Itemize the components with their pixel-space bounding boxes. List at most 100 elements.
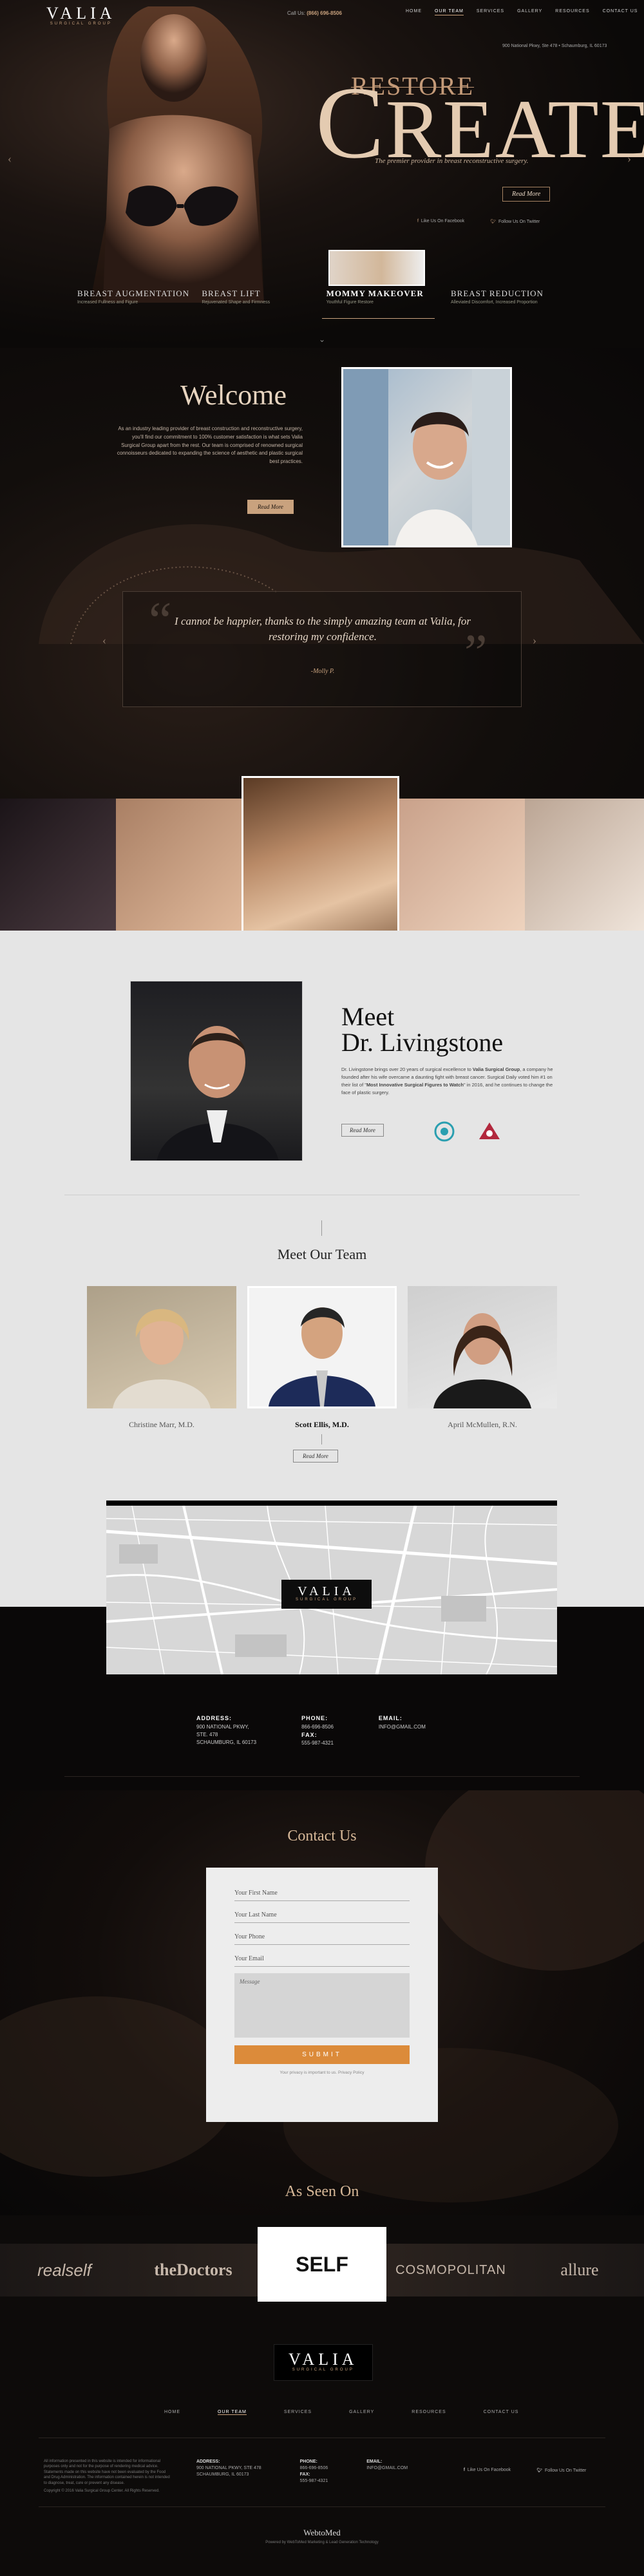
team-member-photo-3[interactable] xyxy=(408,1286,557,1408)
service-subtitle: Youthful Figure Restore xyxy=(326,300,374,305)
footer-email-label: EMAIL: xyxy=(366,2459,383,2464)
nav-services[interactable]: SERVICES xyxy=(477,9,504,15)
doctor-read-more-button[interactable]: Read More xyxy=(341,1124,384,1137)
accreditation-badge-2 xyxy=(475,1117,504,1149)
footer-nav-resources[interactable]: RESOURCES xyxy=(412,2410,446,2415)
email-field[interactable]: Your Email xyxy=(234,1951,410,1967)
footer-email: EMAIL: INFO@GMAIL.COM xyxy=(366,2459,408,2485)
nav-contact-us[interactable]: CONTACT US xyxy=(603,9,638,15)
welcome-read-more-button[interactable]: Read More xyxy=(247,500,294,514)
service-subtitle: Alleviated Discomfort, Increased Proport… xyxy=(450,300,538,305)
press-logo-realself[interactable]: realself xyxy=(0,2260,129,2280)
press-logo-bar: realself theDoctors SELF COSMOPOLITAN al… xyxy=(0,2227,644,2302)
contact-section: Contact Us Your First Name Your Last Nam… xyxy=(0,1790,644,2215)
message-textarea[interactable]: Message xyxy=(234,1973,410,2038)
nav-gallery[interactable]: GALLERY xyxy=(517,9,542,15)
footer-logo[interactable]: VALIA SURGICAL GROUP xyxy=(274,2344,373,2381)
email-value[interactable]: INFO@GMAIL.COM xyxy=(379,1723,426,1731)
service-tab-augmentation[interactable]: BREAST AUGMENTATION Increased Fullness a… xyxy=(77,289,193,305)
footer-phone-value[interactable]: 866-696-8506 xyxy=(300,2465,328,2472)
twitter-link[interactable]: 🐦︎ Follow Us On Twitter xyxy=(490,219,540,224)
gallery-image-featured[interactable] xyxy=(242,776,399,950)
webtomed-credit-logo[interactable]: WebtoMed xyxy=(0,2528,644,2538)
map-location-pin[interactable]: VALIA SURGICAL GROUP xyxy=(281,1580,372,1609)
footer-nav-gallery[interactable]: GALLERY xyxy=(349,2410,374,2415)
fax-label: FAX: xyxy=(301,1731,317,1738)
service-tab-reduction[interactable]: BREAST REDUCTION Alleviated Discomfort, … xyxy=(451,289,567,305)
footer-facebook-link[interactable]: f Like Us On Facebook xyxy=(464,2468,511,2473)
contact-heading: Contact Us xyxy=(287,1828,357,1844)
service-tab-mommy-makeover[interactable]: MOMMY MAKEOVER Youthful Figure Restore xyxy=(327,289,442,305)
portrait-illustration xyxy=(433,1313,531,1408)
footer-nav: HOME OUR TEAM SERVICES GALLERY RESOURCES… xyxy=(164,2410,518,2415)
nav-home[interactable]: HOME xyxy=(406,9,422,15)
nav-resources[interactable]: RESOURCES xyxy=(555,9,589,15)
hero-tagline: The premier provider in breast reconstru… xyxy=(375,157,529,165)
phone-value[interactable]: 866-696-8506 xyxy=(301,1723,334,1731)
email-label: EMAIL: xyxy=(378,1715,402,1721)
service-tab-lift[interactable]: BREAST LIFT Rejuvenated Shape and Firmne… xyxy=(202,289,317,305)
scroll-down-icon[interactable]: ⌄ xyxy=(319,335,325,345)
header-address: 900 National Pkwy, Ste 478 • Schaumburg,… xyxy=(502,44,607,48)
welcome-heading: Welcome xyxy=(180,379,287,411)
phone-label: Call Us: xyxy=(287,10,306,16)
hero-read-more-button[interactable]: Read More xyxy=(502,187,551,202)
last-name-field[interactable]: Your Last Name xyxy=(234,1908,410,1923)
twitter-label: Follow Us On Twitter xyxy=(498,220,540,224)
site-logo[interactable]: VALIA SURGICAL GROUP xyxy=(46,5,116,28)
fax-value: 555-987-4321 xyxy=(301,1740,334,1746)
service-title: BREAST AUGMENTATION xyxy=(77,289,190,298)
meet-heading-line2: Dr. Livingstone xyxy=(341,1028,504,1057)
footer-nav-our-team[interactable]: OUR TEAM xyxy=(218,2410,247,2415)
privacy-note[interactable]: Your privacy is important to us. Privacy… xyxy=(234,2070,410,2075)
twitter-icon: 🐦︎ xyxy=(490,220,497,224)
service-title: MOMMY MAKEOVER xyxy=(326,289,424,298)
hero-next-arrow[interactable]: › xyxy=(627,152,631,166)
press-logo-allure[interactable]: allure xyxy=(515,2260,644,2280)
service-title: BREAST REDUCTION xyxy=(450,289,544,298)
team-member-name-2[interactable]: Scott Ellis, M.D. xyxy=(247,1420,397,1430)
facebook-icon: f xyxy=(464,2468,465,2472)
facebook-link[interactable]: f Like Us On Facebook xyxy=(417,219,464,224)
team-member-name-1[interactable]: Christine Marr, M.D. xyxy=(87,1420,236,1430)
footer-nav-services[interactable]: SERVICES xyxy=(284,2410,312,2415)
welcome-body: As an industry leading provider of breas… xyxy=(117,426,303,465)
footer-twitter-label: Follow Us On Twitter xyxy=(544,2468,587,2473)
footer-email-value[interactable]: INFO@GMAIL.COM xyxy=(366,2465,408,2472)
submit-button[interactable]: SUBMIT xyxy=(234,2045,410,2064)
nav-our-team[interactable]: OUR TEAM xyxy=(435,9,464,15)
footer-nav-contact-us[interactable]: CONTACT US xyxy=(484,2410,519,2415)
section-divider xyxy=(64,1776,580,1777)
hero-prev-arrow[interactable]: ‹ xyxy=(8,152,12,166)
gallery-image-2[interactable] xyxy=(116,799,242,931)
footer-nav-home[interactable]: HOME xyxy=(164,2410,180,2415)
gallery-image-5[interactable] xyxy=(525,799,644,931)
gallery-image-4[interactable] xyxy=(399,799,525,931)
facebook-label: Like Us On Facebook xyxy=(421,219,465,223)
header-phone[interactable]: Call Us: (866) 696-8506 xyxy=(287,10,342,16)
press-logo-the-doctors[interactable]: theDoctors xyxy=(129,2260,258,2280)
service-subtitle: Increased Fullness and Figure xyxy=(77,300,138,305)
contact-phone: PHONE: 866-696-8506 FAX: 555-987-4321 xyxy=(301,1714,334,1747)
footer-fax-value: 555-987-4321 xyxy=(299,2479,328,2484)
footer-twitter-link[interactable]: 🐦︎ Follow Us On Twitter xyxy=(536,2468,586,2473)
team-member-name-3[interactable]: April McMullen, R.N. xyxy=(408,1420,557,1430)
gallery-image-1[interactable] xyxy=(0,799,116,931)
press-logo-cosmopolitan[interactable]: COSMOPOLITAN xyxy=(386,2263,515,2278)
team-member-photo-1[interactable] xyxy=(87,1286,236,1408)
testimonial-prev-arrow[interactable]: ‹ xyxy=(102,634,106,647)
meet-doctor-heading: Meet Dr. Livingstone xyxy=(341,1004,503,1056)
footer-disclaimer: All information presented in this websit… xyxy=(44,2459,173,2494)
press-logo-self[interactable]: SELF xyxy=(258,2227,386,2302)
testimonial-next-arrow[interactable]: › xyxy=(533,634,536,647)
hero-social-links: f Like Us On Facebook 🐦︎ Follow Us On Tw… xyxy=(417,219,540,224)
team-read-more-button[interactable]: Read More xyxy=(293,1450,338,1463)
dr-livingstone-photo xyxy=(130,981,303,1161)
location-map[interactable]: VALIA SURGICAL GROUP xyxy=(106,1501,557,1674)
contact-address: ADDRESS: 900 NATIONAL PKWY, STE. 478 SCH… xyxy=(196,1714,256,1747)
phone-number: (866) 696-8506 xyxy=(307,10,342,16)
first-name-field[interactable]: Your First Name xyxy=(234,1886,410,1901)
phone-field[interactable]: Your Phone xyxy=(234,1929,410,1945)
team-member-photo-2[interactable] xyxy=(247,1286,397,1408)
copyright-text: Copyright © 2016 Valia Surgical Group Ce… xyxy=(44,2488,160,2493)
